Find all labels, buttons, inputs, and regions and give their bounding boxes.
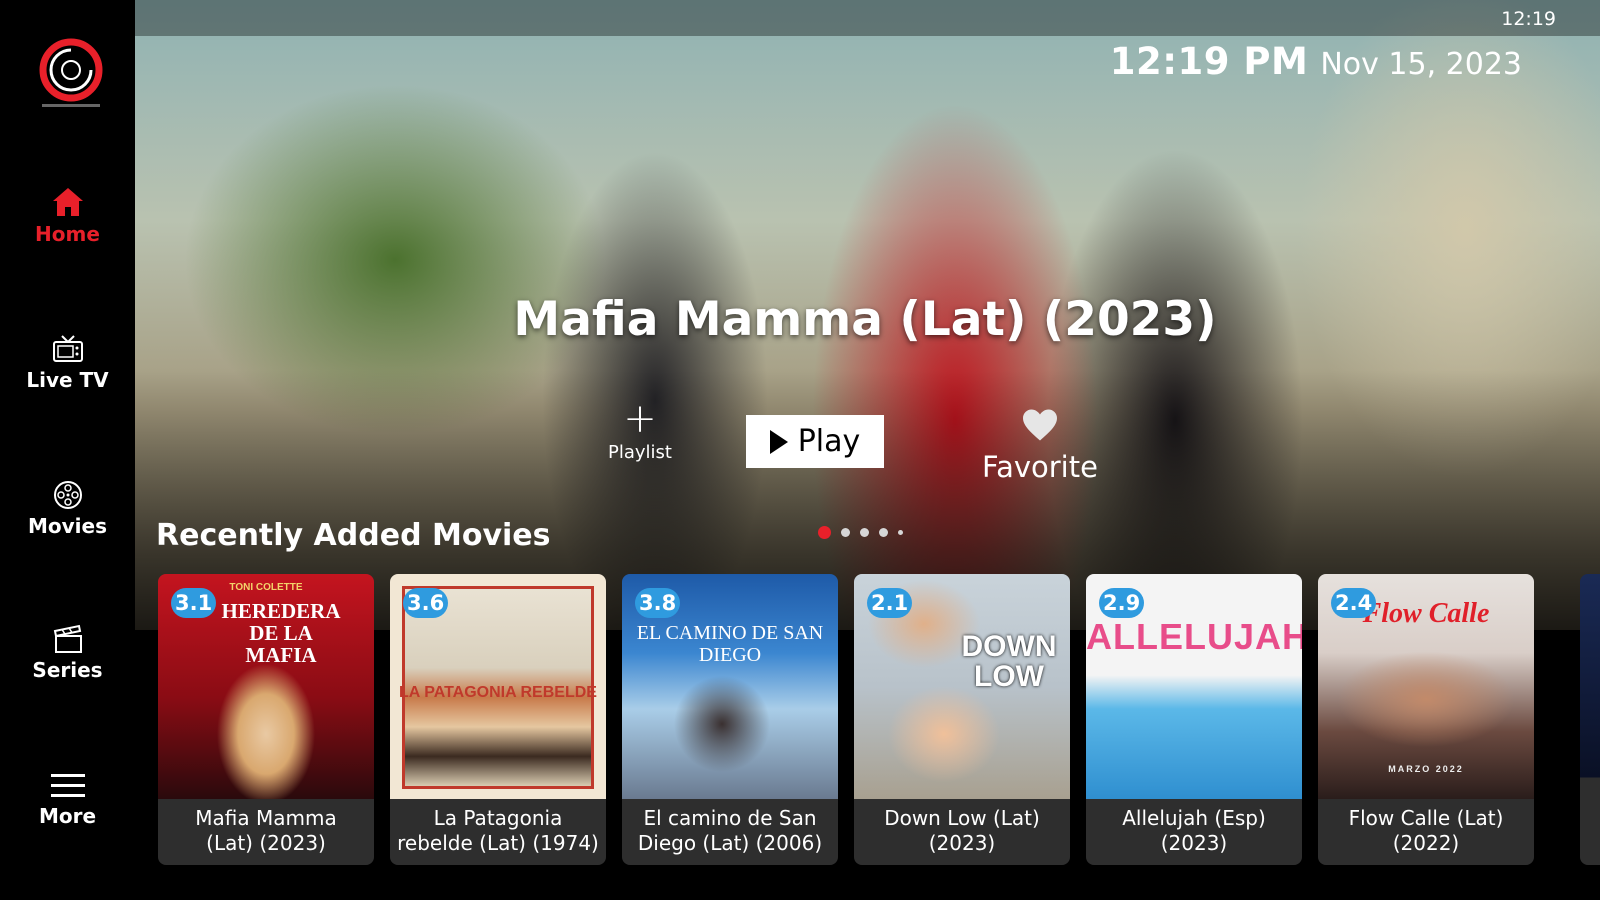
play-button[interactable]: Play bbox=[746, 415, 884, 468]
sidebar-item-label: Movies bbox=[27, 514, 107, 538]
app-logo-icon bbox=[39, 38, 103, 107]
movie-poster: 2.9 ALLELUJAH bbox=[1086, 574, 1302, 799]
favorite-button[interactable]: Favorite bbox=[965, 408, 1115, 484]
movie-title: El camino de San Diego (Lat) (2006) bbox=[622, 806, 838, 856]
movie-title-line: Flow Calle (Lat) bbox=[1348, 806, 1504, 830]
clock-date: Nov 15, 2023 bbox=[1320, 47, 1522, 82]
movie-card[interactable]: 3.1 TONI COLETTE HEREDERA DE LA MAFIA Ma… bbox=[158, 574, 374, 865]
movie-title-line: rebelde (Lat) (1974) bbox=[397, 831, 599, 855]
movie-poster: 3.6 LA PATAGONIA REBELDE bbox=[390, 574, 606, 799]
sidebar-item-label: Series bbox=[32, 658, 103, 682]
movie-title-line: (2022) bbox=[1392, 831, 1460, 855]
movie-title: Mafia Mamma (Lat) (2023) bbox=[158, 806, 374, 856]
sidebar-item-label: Live TV bbox=[26, 368, 109, 392]
carousel-dot[interactable] bbox=[898, 530, 903, 535]
sidebar-item-live-tv[interactable]: Live TV bbox=[0, 334, 135, 392]
carousel-indicator bbox=[818, 526, 903, 539]
movie-title-line: El camino de San bbox=[643, 806, 817, 830]
sidebar-item-label: Home bbox=[35, 222, 100, 246]
movie-title-line: Diego (Lat) (2006) bbox=[637, 831, 823, 855]
movie-title-line: (2023) bbox=[1160, 831, 1228, 855]
movie-title-line: Down Low (Lat) bbox=[884, 806, 1040, 830]
movie-title: Allelujah (Esp) (2023) bbox=[1086, 806, 1302, 856]
rating-badge: 2.1 bbox=[867, 588, 913, 618]
carousel-dot[interactable] bbox=[860, 528, 869, 537]
add-to-playlist-button[interactable]: + Playlist bbox=[605, 396, 675, 463]
sidebar-item-label: More bbox=[38, 804, 97, 828]
poster-text: MARZO 2022 bbox=[1388, 764, 1464, 774]
heart-icon bbox=[1023, 409, 1057, 441]
playlist-label: Playlist bbox=[608, 442, 672, 463]
poster-text: ALLELUJAH bbox=[1086, 616, 1302, 657]
film-reel-icon bbox=[53, 481, 82, 509]
movie-card[interactable]: 2.4 Flow Calle MARZO 2022 Flow Calle (La… bbox=[1318, 574, 1534, 865]
movie-poster: 3.1 TONI COLETTE HEREDERA DE LA MAFIA bbox=[158, 574, 374, 799]
movie-poster: 3.8 EL CAMINO DE SAN DIEGO bbox=[622, 574, 838, 799]
status-bar-time: 12:19 bbox=[1501, 8, 1556, 30]
sidebar-item-home[interactable]: Home bbox=[0, 186, 135, 246]
plus-icon: + bbox=[623, 396, 657, 442]
rating-badge: 3.8 bbox=[635, 588, 681, 618]
section-title: Recently Added Movies bbox=[156, 518, 551, 553]
rating-badge: 3.1 bbox=[171, 588, 217, 618]
sidebar-item-movies[interactable]: Movies bbox=[0, 480, 135, 538]
home-icon bbox=[52, 188, 83, 216]
play-label: Play bbox=[797, 424, 861, 459]
movie-card-peek[interactable] bbox=[1580, 574, 1600, 865]
clock-time: 12:19 PM bbox=[1109, 40, 1309, 83]
poster-text: EL CAMINO DE SAN DIEGO bbox=[636, 622, 824, 666]
play-icon bbox=[769, 429, 788, 454]
poster-text: LA PATAGONIA REBELDE bbox=[399, 684, 597, 701]
movie-card[interactable]: 3.6 LA PATAGONIA REBELDE La Patagonia re… bbox=[390, 574, 606, 865]
movie-poster: 2.1 DOWN LOW bbox=[854, 574, 1070, 799]
clock: 12:19 PM Nov 15, 2023 bbox=[1110, 40, 1522, 83]
status-bar bbox=[135, 0, 1600, 36]
sidebar-item-series[interactable]: Series bbox=[0, 624, 135, 682]
movie-title-line: Mafia Mamma bbox=[195, 806, 337, 830]
carousel-dot[interactable] bbox=[818, 526, 831, 539]
movie-title-line: Allelujah (Esp) bbox=[1122, 806, 1266, 830]
movie-title-line: La Patagonia bbox=[433, 806, 563, 830]
sidebar: Home Live TV Movies Series More bbox=[0, 0, 135, 900]
movie-title-line: (2023) bbox=[928, 831, 996, 855]
hamburger-menu-icon bbox=[50, 774, 85, 797]
clapperboard-icon bbox=[53, 624, 82, 653]
movie-title: Flow Calle (Lat) (2022) bbox=[1318, 806, 1534, 856]
movie-card[interactable]: 3.8 EL CAMINO DE SAN DIEGO El camino de … bbox=[622, 574, 838, 865]
hero-title: Mafia Mamma (Lat) (2023) bbox=[513, 292, 1217, 347]
movie-card[interactable]: 2.9 ALLELUJAH Allelujah (Esp) (2023) bbox=[1086, 574, 1302, 865]
carousel-dot[interactable] bbox=[879, 528, 888, 537]
poster-text: DOWN LOW bbox=[961, 630, 1057, 693]
tv-icon bbox=[52, 335, 83, 362]
sidebar-item-more[interactable]: More bbox=[0, 772, 135, 828]
rating-badge: 3.6 bbox=[403, 588, 449, 618]
movie-card[interactable]: 2.1 DOWN LOW Down Low (Lat) (2023) bbox=[854, 574, 1070, 865]
rating-badge: 2.4 bbox=[1331, 588, 1377, 618]
movie-title: Down Low (Lat) (2023) bbox=[854, 806, 1070, 856]
carousel-dot[interactable] bbox=[841, 528, 850, 537]
movie-title: La Patagonia rebelde (Lat) (1974) bbox=[390, 806, 606, 856]
favorite-label: Favorite bbox=[982, 450, 1098, 484]
movie-title-line: (Lat) (2023) bbox=[206, 831, 326, 855]
rating-badge: 2.9 bbox=[1099, 588, 1145, 618]
movie-poster: 2.4 Flow Calle MARZO 2022 bbox=[1318, 574, 1534, 799]
